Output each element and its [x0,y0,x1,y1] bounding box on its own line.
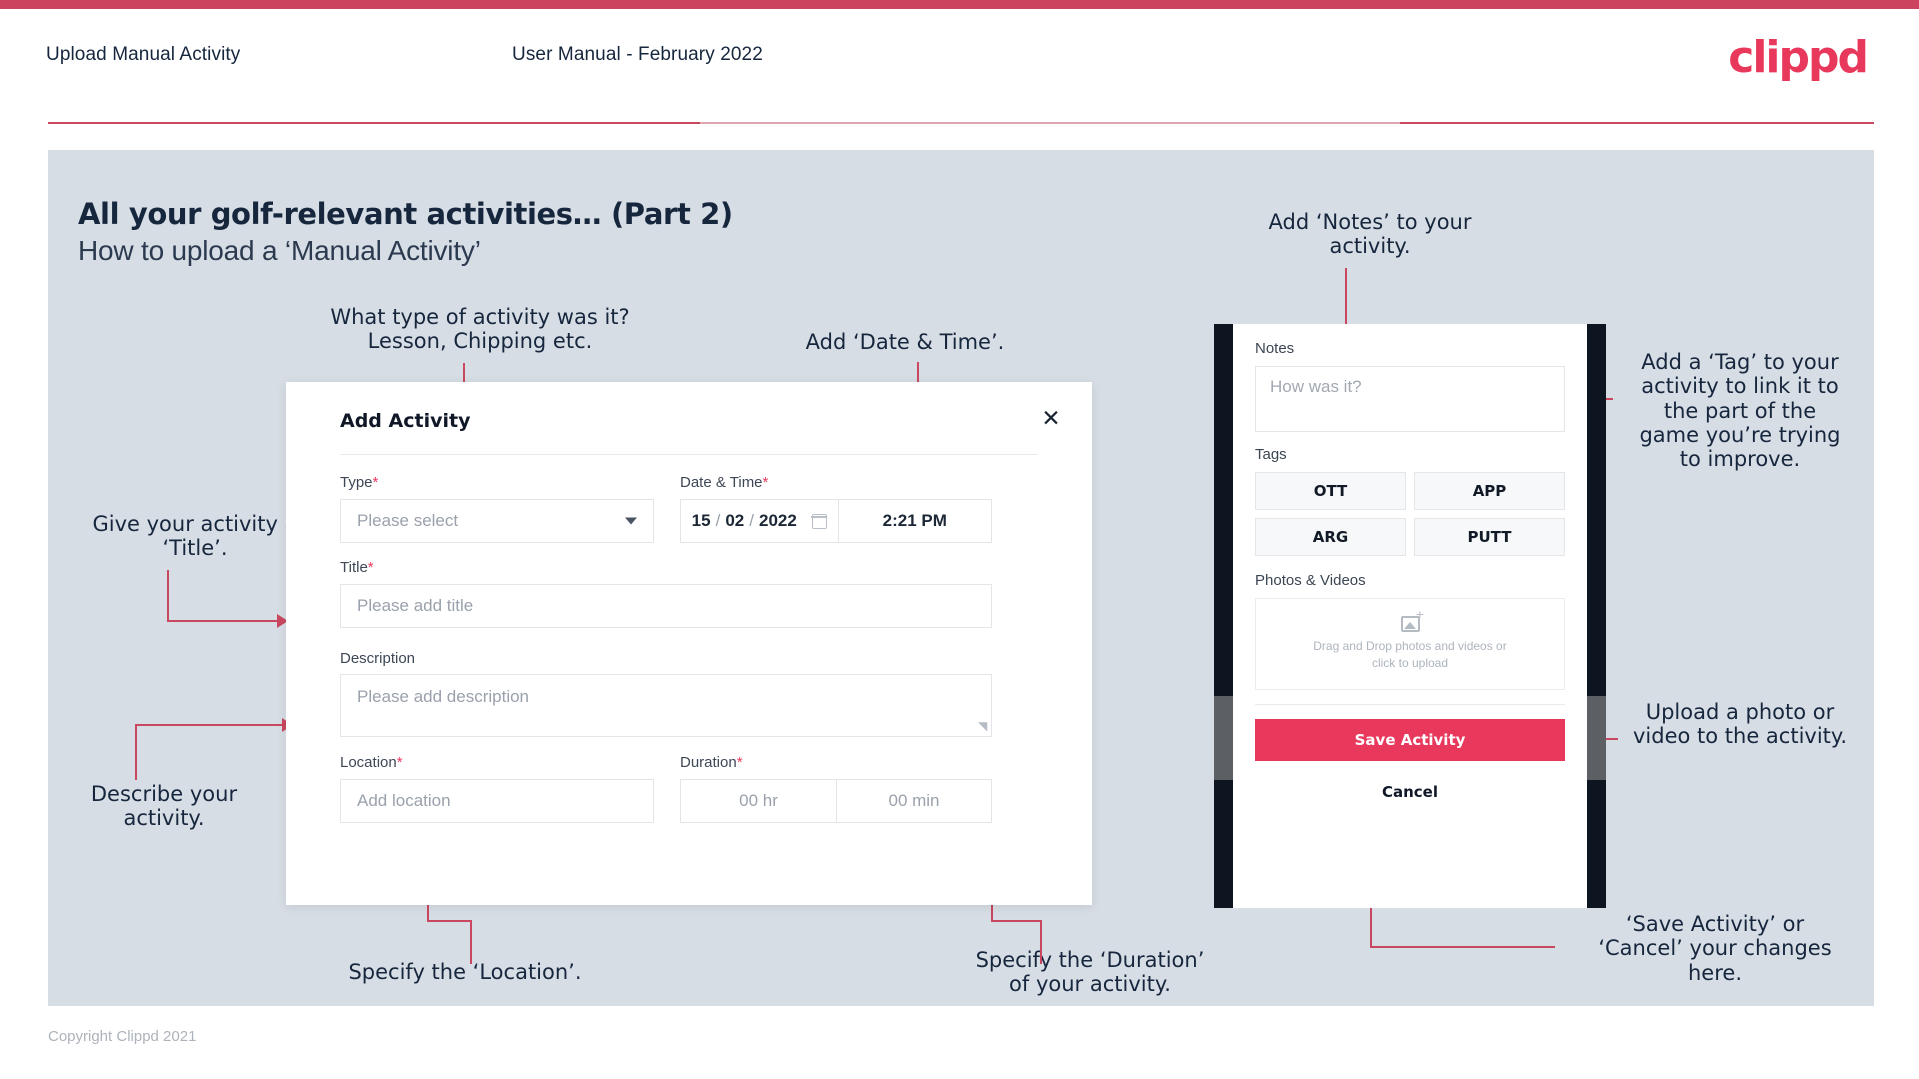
document-subtitle: User Manual - February 2022 [512,44,763,65]
cancel-button[interactable]: Cancel [1255,783,1565,801]
description-label: Description [340,650,416,667]
type-required: * [372,474,379,491]
duration-required: * [736,754,743,771]
annotation-duration: Specify the ‘Duration’ of your activity. [975,948,1205,997]
photo-upload-dropzone[interactable]: Drag and Drop photos and videos or click… [1255,598,1565,690]
phone-mockup: Notes How was it? Tags OTT APP ARG PUTT … [1214,324,1606,908]
tag-putt[interactable]: PUTT [1414,518,1565,556]
tags-grid: OTT APP ARG PUTT [1255,472,1565,556]
tag-app[interactable]: APP [1414,472,1565,510]
slide-canvas: Upload Manual Activity User Manual - Feb… [0,0,1919,1079]
dialog-title: Add Activity [340,410,471,432]
copyright-footer: Copyright Clippd 2021 [48,1028,197,1045]
duration-field: 00 hr 00 min [680,779,992,823]
dialog-divider [340,454,1038,455]
location-label-text: Location [340,754,397,771]
arrow-duration-seg2 [991,920,1042,922]
arrow-duration-seg1 [1040,922,1042,964]
date-sep-1: / [715,511,721,530]
location-label: Location* [340,754,403,771]
date-year: 2022 [758,511,797,530]
arrow-desc-seg1 [135,726,137,780]
datetime-label: Date & Time* [680,474,768,491]
annotation-description: Describe your activity. [90,782,238,831]
datetime-field: 15 / 02 / 2022 2:21 PM [680,499,992,543]
annotation-location: Specify the ‘Location’. [348,960,582,984]
clippd-logo: clippd [1728,32,1869,83]
description-textarea[interactable]: Please add description ◤ [340,674,992,737]
dropzone-line-2: click to upload [1371,656,1449,670]
duration-minutes-input[interactable]: 00 min [837,780,991,822]
annotation-save: ‘Save Activity’ or ‘Cancel’ your changes… [1598,912,1832,985]
type-label-text: Type [340,474,373,491]
annotation-datetime: Add ‘Date & Time’. [805,330,1005,354]
dropzone-text: Drag and Drop photos and videos or click… [1313,638,1506,673]
arrow-desc-seg2 [135,724,285,726]
calendar-icon[interactable] [811,513,828,529]
time-input[interactable]: 2:21 PM [839,500,992,542]
tags-label: Tags [1255,446,1287,463]
type-label: Type* [340,474,378,491]
phone-bezel-right [1587,324,1606,908]
location-input[interactable]: Add location [340,779,654,823]
annotation-upload: Upload a photo or video to the activity. [1632,700,1848,749]
photos-videos-label: Photos & Videos [1255,572,1366,589]
date-input[interactable]: 15 / 02 / 2022 [681,500,838,542]
datetime-required: * [762,474,769,491]
duration-hours-input[interactable]: 00 hr [681,780,836,822]
phone-volume-button-left [1214,696,1233,780]
page-title: Upload Manual Activity [46,44,241,65]
dropzone-line-1: Drag and Drop photos and videos or [1313,638,1507,653]
image-add-icon [1400,608,1424,632]
arrow-title-seg1 [167,570,169,622]
title-input[interactable]: Please add title [340,584,992,628]
notes-placeholder: How was it? [1270,377,1362,396]
chevron-down-icon [625,517,637,525]
annotation-notes: Add ‘Notes’ to your activity. [1268,210,1472,259]
resize-handle-icon[interactable]: ◤ [978,719,987,733]
type-placeholder: Please select [357,511,459,530]
title-required: * [367,559,374,576]
annotation-tags: Add a ‘Tag’ to your activity to link it … [1639,350,1841,472]
annotation-type: What type of activity was it? Lesson, Ch… [330,305,630,354]
phone-screen: Notes How was it? Tags OTT APP ARG PUTT … [1233,324,1587,908]
arrow-location-seg1 [470,922,472,964]
tag-ott[interactable]: OTT [1255,472,1406,510]
phone-bezel-left [1214,324,1233,908]
notes-label: Notes [1255,340,1295,357]
add-activity-dialog: Add Activity ✕ Type* Please select Date … [286,382,1092,905]
description-placeholder: Please add description [357,687,530,706]
close-icon[interactable]: ✕ [1036,404,1066,434]
phone-divider [1255,704,1565,705]
title-label: Title* [340,559,374,576]
date-sep-2: / [749,511,754,530]
slide-subheading: How to upload a ‘Manual Activity’ [78,235,481,266]
tag-arg[interactable]: ARG [1255,518,1406,556]
save-activity-button[interactable]: Save Activity [1255,719,1565,761]
date-month: 02 [725,511,745,530]
title-label-text: Title [340,559,368,576]
slide-heading: All your golf-relevant activities… (Part… [78,197,733,231]
location-placeholder: Add location [357,791,451,810]
duration-label: Duration* [680,754,743,771]
location-required: * [396,754,403,771]
type-select[interactable]: Please select [340,499,654,543]
arrow-save-seg1 [1370,946,1555,948]
header-divider-fade [700,122,1400,124]
datetime-label-text: Date & Time [680,474,763,491]
top-accent-bar [0,0,1919,9]
notes-textarea[interactable]: How was it? [1255,366,1565,432]
phone-volume-button-right [1587,696,1606,780]
date-day: 15 [691,511,711,530]
arrow-title-seg2 [167,620,280,622]
arrow-location-seg2 [427,920,472,922]
duration-label-text: Duration [680,754,737,771]
title-placeholder: Please add title [357,596,474,615]
